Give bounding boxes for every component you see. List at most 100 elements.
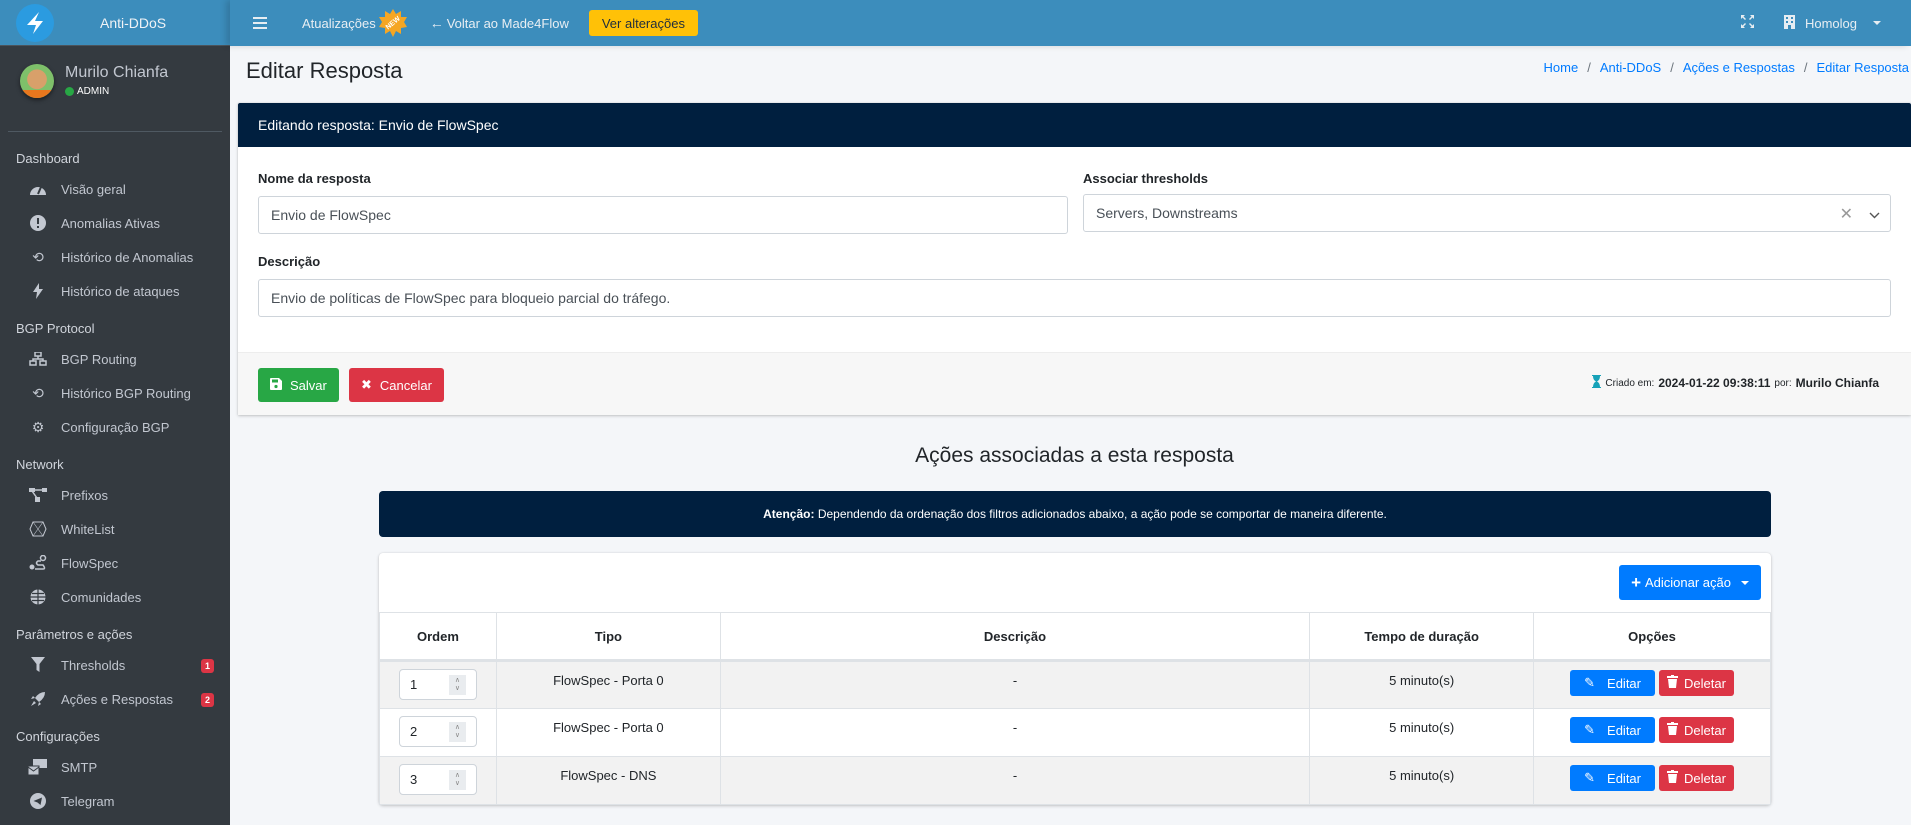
table-header-row: Ordem Tipo Descrição Tempo de duração Op… (379, 612, 1771, 662)
attention-alert: Atenção: Dependendo da ordenação dos fil… (379, 491, 1771, 537)
order-stepper[interactable]: 1 ∧ ∨ (398, 669, 477, 700)
trash-icon (1667, 675, 1678, 691)
sidebar-item-whitelist[interactable]: WhiteList (0, 512, 230, 546)
globe-icon (27, 588, 49, 606)
thresholds-badge: 1 (201, 659, 214, 673)
user-panel[interactable]: Murilo Chianfa ADMIN (8, 46, 222, 132)
new-badge-icon: NEW (378, 8, 408, 38)
updates-link[interactable]: Atualizações NEW (302, 8, 408, 38)
cancel-button[interactable]: ✖ Cancelar (349, 368, 444, 402)
environment-dropdown[interactable]: Homolog (1783, 14, 1881, 32)
delete-button[interactable]: Deletar (1659, 670, 1734, 696)
save-icon (270, 377, 282, 393)
caret-down-icon (1873, 21, 1881, 25)
description-input[interactable]: Envio de políticas de FlowSpec para bloq… (258, 279, 1891, 317)
back-to-made4flow-link[interactable]: ← Voltar ao Made4Flow (430, 15, 569, 31)
rocket-icon (27, 690, 49, 708)
breadcrumb-acoes-respostas[interactable]: Ações e Respostas (1683, 60, 1795, 75)
trash-icon (1667, 722, 1678, 738)
edit-button[interactable]: ✎ Editar (1570, 670, 1655, 696)
route-icon (27, 554, 49, 572)
close-icon: ✖ (361, 377, 372, 392)
spinner-icon[interactable]: ∧ ∨ (448, 769, 466, 790)
acoes-badge: 2 (201, 693, 214, 707)
menu-toggle-icon[interactable] (253, 17, 267, 29)
user-name: Murilo Chianfa (65, 64, 169, 81)
sidebar-item-acoes-respostas[interactable]: Ações e Respostas 2 (0, 682, 230, 716)
breadcrumb-anti-ddos[interactable]: Anti-DDoS (1600, 60, 1661, 75)
hourglass-icon (1592, 375, 1602, 391)
table-row: 3 ∧ ∨ FlowSpec - DNS - 5 minuto(s) ✎ Editar… (379, 756, 1771, 805)
order-stepper[interactable]: 2 ∧ ∨ (398, 716, 477, 747)
sidebar-item-smtp[interactable]: SMTP (0, 750, 230, 784)
card-header: Editando resposta: Envio de FlowSpec (238, 103, 1911, 147)
sidebar-item-anomalias-ativas[interactable]: Anomalias Ativas (0, 206, 230, 240)
delete-button[interactable]: Deletar (1659, 765, 1734, 791)
pencil-icon: ✎ (1584, 675, 1596, 690)
type-cell: FlowSpec - Porta 0 (495, 708, 721, 757)
hexagon-icon (27, 520, 49, 538)
building-icon (1783, 14, 1795, 32)
nav-header-network: Network (16, 457, 64, 472)
history-icon: ⟲ (32, 248, 44, 265)
description-cell: - (719, 756, 1311, 805)
spinner-icon[interactable]: ∧ ∨ (448, 721, 466, 742)
edit-button[interactable]: ✎ Editar (1570, 765, 1655, 791)
delete-button[interactable]: Deletar (1659, 717, 1734, 743)
user-role: ADMIN (65, 86, 168, 97)
nav-header-parametros: Parâmetros e ações (16, 627, 133, 642)
sidebar-item-historico-ataques[interactable]: Histórico de ataques (0, 274, 230, 308)
nav-header-configuracoes: Configurações (16, 729, 100, 744)
sidebar-item-config-bgp[interactable]: ⚙ Configuração BGP (0, 410, 230, 444)
caret-down-icon (1741, 580, 1749, 585)
order-stepper[interactable]: 3 ∧ ∨ (398, 764, 477, 795)
project-diagram-icon (27, 486, 49, 504)
mail-bulk-icon (27, 758, 49, 776)
page-title: Editar Resposta (246, 58, 403, 83)
edit-button[interactable]: ✎ Editar (1570, 717, 1655, 743)
sidebar-item-visao-geral[interactable]: Visão geral (0, 172, 230, 206)
column-header-tempo[interactable]: Tempo de duração (1309, 612, 1535, 662)
save-button[interactable]: Salvar (258, 368, 339, 402)
fullscreen-icon[interactable] (1740, 15, 1754, 31)
tachometer-icon (27, 180, 49, 198)
sidebar-item-prefixos[interactable]: Prefixos (0, 478, 230, 512)
top-navbar: Atualizações NEW ← Voltar ao Made4Flow V… (230, 0, 1911, 46)
nav-header-bgp: BGP Protocol (16, 321, 95, 336)
column-header-ordem[interactable]: Ordem (379, 612, 497, 662)
sidebar-item-thresholds[interactable]: Thresholds 1 (0, 648, 230, 682)
plus-icon: + (1631, 572, 1641, 592)
add-action-button[interactable]: + Adicionar ação (1619, 565, 1761, 600)
spinner-icon[interactable]: ∧ ∨ (448, 674, 466, 695)
sidebar-item-historico-bgp[interactable]: ⟲ Histórico BGP Routing (0, 376, 230, 410)
sidebar-item-comunidades[interactable]: Comunidades (0, 580, 230, 614)
column-header-tipo[interactable]: Tipo (495, 612, 721, 662)
sidebar: Anti-DDoS Murilo Chianfa ADMIN Dashboard… (0, 0, 230, 825)
name-input[interactable]: Envio de FlowSpec (258, 196, 1068, 234)
duration-cell: 5 minuto(s) (1309, 708, 1535, 757)
breadcrumb-home[interactable]: Home (1544, 60, 1579, 75)
description-cell: - (719, 708, 1311, 757)
sidebar-item-telegram[interactable]: Telegram (0, 784, 230, 818)
avatar (20, 64, 54, 98)
duration-cell: 5 minuto(s) (1309, 660, 1535, 709)
card-footer: Salvar ✖ Cancelar Criado em: 2024-01-22 … (238, 352, 1911, 415)
column-header-descricao[interactable]: Descrição (719, 612, 1311, 662)
arrow-left-icon: ← (429, 15, 444, 31)
trash-icon (1667, 770, 1678, 786)
sidebar-item-historico-anomalias[interactable]: ⟲ Histórico de Anomalias (0, 240, 230, 274)
see-changes-button[interactable]: Ver alterações (588, 10, 698, 36)
breadcrumb: Home / Anti-DDoS / Ações e Respostas / Edit… (1543, 60, 1910, 75)
brand[interactable]: Anti-DDoS (0, 0, 230, 46)
description-label: Descrição (258, 254, 321, 269)
sidebar-item-flowspec[interactable]: FlowSpec (0, 546, 230, 580)
chevron-down-icon[interactable] (1869, 206, 1880, 222)
online-status-icon (65, 87, 74, 96)
sidebar-item-bgp-routing[interactable]: BGP Routing (0, 342, 230, 376)
actions-table: Ordem Tipo Descrição Tempo de duração Op… (379, 612, 1771, 805)
clear-selection-icon[interactable]: ✕ (1840, 204, 1853, 224)
pencil-icon: ✎ (1584, 770, 1596, 785)
duration-cell: 5 minuto(s) (1309, 756, 1535, 805)
nav-header-dashboard: Dashboard (16, 151, 80, 166)
thresholds-select[interactable]: Servers, Downstreams ✕ (1083, 194, 1891, 232)
